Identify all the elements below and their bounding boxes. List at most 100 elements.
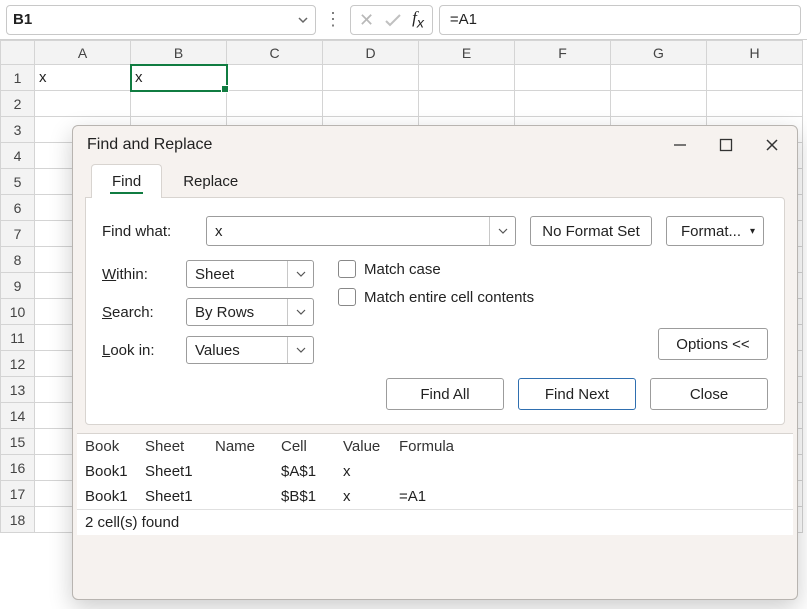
col-header[interactable]: C <box>227 41 323 65</box>
row-header[interactable]: 12 <box>1 351 35 377</box>
results-cell <box>391 459 793 484</box>
label: Find All <box>420 386 469 403</box>
row-header[interactable]: 2 <box>1 91 35 117</box>
formula-bar: B1 ⋮ ✕ fx =A1 <box>0 0 807 40</box>
close-icon[interactable] <box>765 138 783 152</box>
col-header[interactable]: H <box>707 41 803 65</box>
cancel-icon[interactable]: ✕ <box>359 11 374 29</box>
row-header[interactable]: 5 <box>1 169 35 195</box>
col-name[interactable]: Name <box>207 434 273 459</box>
within-label: Within: <box>102 266 174 283</box>
find-what-value: x <box>207 223 489 240</box>
chevron-down-icon[interactable] <box>287 261 313 287</box>
chevron-down-icon[interactable] <box>287 337 313 363</box>
col-header[interactable]: B <box>131 41 227 65</box>
label: Match entire cell contents <box>364 289 534 306</box>
find-all-button[interactable]: Find All <box>386 378 504 410</box>
tab-label: Find <box>112 173 141 190</box>
column-headers: A B C D E F G H <box>1 41 803 65</box>
col-value[interactable]: Value <box>335 434 391 459</box>
match-entire-checkbox[interactable]: Match entire cell contents <box>338 288 534 306</box>
cell[interactable] <box>227 65 323 91</box>
cell[interactable] <box>419 91 515 117</box>
cell[interactable] <box>419 65 515 91</box>
cell[interactable] <box>131 91 227 117</box>
find-what-input[interactable]: x <box>206 216 516 246</box>
col-header[interactable]: F <box>515 41 611 65</box>
row-header[interactable]: 10 <box>1 299 35 325</box>
fx-icon[interactable]: fx <box>412 8 424 31</box>
row-header[interactable]: 18 <box>1 507 35 533</box>
row-header[interactable]: 13 <box>1 377 35 403</box>
col-book[interactable]: Book <box>77 434 137 459</box>
find-next-button[interactable]: Find Next <box>518 378 636 410</box>
cell[interactable] <box>515 91 611 117</box>
format-button[interactable]: Format... ▾ <box>666 216 764 246</box>
match-case-checkbox[interactable]: Match case <box>338 260 534 278</box>
minimize-icon[interactable] <box>673 138 691 152</box>
results-panel: Book Sheet Name Cell Value Formula Book1… <box>77 433 793 535</box>
col-cell[interactable]: Cell <box>273 434 335 459</box>
col-header[interactable]: A <box>35 41 131 65</box>
checkbox-icon <box>338 260 356 278</box>
row-header[interactable]: 3 <box>1 117 35 143</box>
formula-value: =A1 <box>450 11 477 28</box>
chevron-down-icon[interactable] <box>287 299 313 325</box>
close-button[interactable]: Close <box>650 378 768 410</box>
name-box[interactable]: B1 <box>6 5 316 35</box>
cell[interactable] <box>611 65 707 91</box>
cell[interactable]: x <box>35 65 131 91</box>
within-select[interactable]: Sheet <box>186 260 314 288</box>
row-header[interactable]: 14 <box>1 403 35 429</box>
no-format-button[interactable]: No Format Set <box>530 216 652 246</box>
cell[interactable] <box>707 91 803 117</box>
enter-icon[interactable] <box>384 13 402 27</box>
search-select[interactable]: By Rows <box>186 298 314 326</box>
formula-input[interactable]: =A1 <box>439 5 801 35</box>
row-header[interactable]: 16 <box>1 455 35 481</box>
row-header[interactable]: 17 <box>1 481 35 507</box>
cell[interactable] <box>323 91 419 117</box>
cell[interactable] <box>227 91 323 117</box>
options-button[interactable]: Options << <box>658 328 768 360</box>
chevron-down-icon[interactable] <box>297 14 309 26</box>
results-table[interactable]: Book Sheet Name Cell Value Formula Book1… <box>77 434 793 509</box>
row-header[interactable]: 8 <box>1 247 35 273</box>
dialog-body: Find what: x No Format Set Format... ▾ W… <box>85 197 785 425</box>
results-row[interactable]: Book1Sheet1$B$1x=A1 <box>77 484 793 509</box>
cell[interactable] <box>35 91 131 117</box>
cell[interactable] <box>515 65 611 91</box>
select-all-corner[interactable] <box>1 41 35 65</box>
cell[interactable] <box>323 65 419 91</box>
lookin-select[interactable]: Values <box>186 336 314 364</box>
tab-replace[interactable]: Replace <box>162 164 259 198</box>
dialog-actions: Find All Find Next Close <box>102 378 768 410</box>
tab-find[interactable]: Find <box>91 164 162 198</box>
label: Match case <box>364 261 441 278</box>
row-header[interactable]: 9 <box>1 273 35 299</box>
vertical-dots-icon[interactable]: ⋮ <box>322 9 344 30</box>
col-formula[interactable]: Formula <box>391 434 793 459</box>
cell[interactable] <box>611 91 707 117</box>
col-header[interactable]: G <box>611 41 707 65</box>
cell[interactable]: x <box>131 65 227 91</box>
results-row[interactable]: Book1Sheet1$A$1x <box>77 459 793 484</box>
options-right: Match case Match entire cell contents <box>338 260 534 364</box>
row-header[interactable]: 11 <box>1 325 35 351</box>
row-header[interactable]: 7 <box>1 221 35 247</box>
window-buttons <box>673 138 783 152</box>
col-header[interactable]: E <box>419 41 515 65</box>
row-header[interactable]: 4 <box>1 143 35 169</box>
label: Options << <box>676 336 749 353</box>
row-header[interactable]: 6 <box>1 195 35 221</box>
results-cell: $B$1 <box>273 484 335 509</box>
row-header[interactable]: 15 <box>1 429 35 455</box>
cell[interactable] <box>707 65 803 91</box>
results-cell: =A1 <box>391 484 793 509</box>
row-header[interactable]: 1 <box>1 65 35 91</box>
col-sheet[interactable]: Sheet <box>137 434 207 459</box>
col-header[interactable]: D <box>323 41 419 65</box>
maximize-icon[interactable] <box>719 138 737 152</box>
chevron-down-icon[interactable] <box>489 217 515 245</box>
dialog-titlebar[interactable]: Find and Replace <box>73 126 797 164</box>
